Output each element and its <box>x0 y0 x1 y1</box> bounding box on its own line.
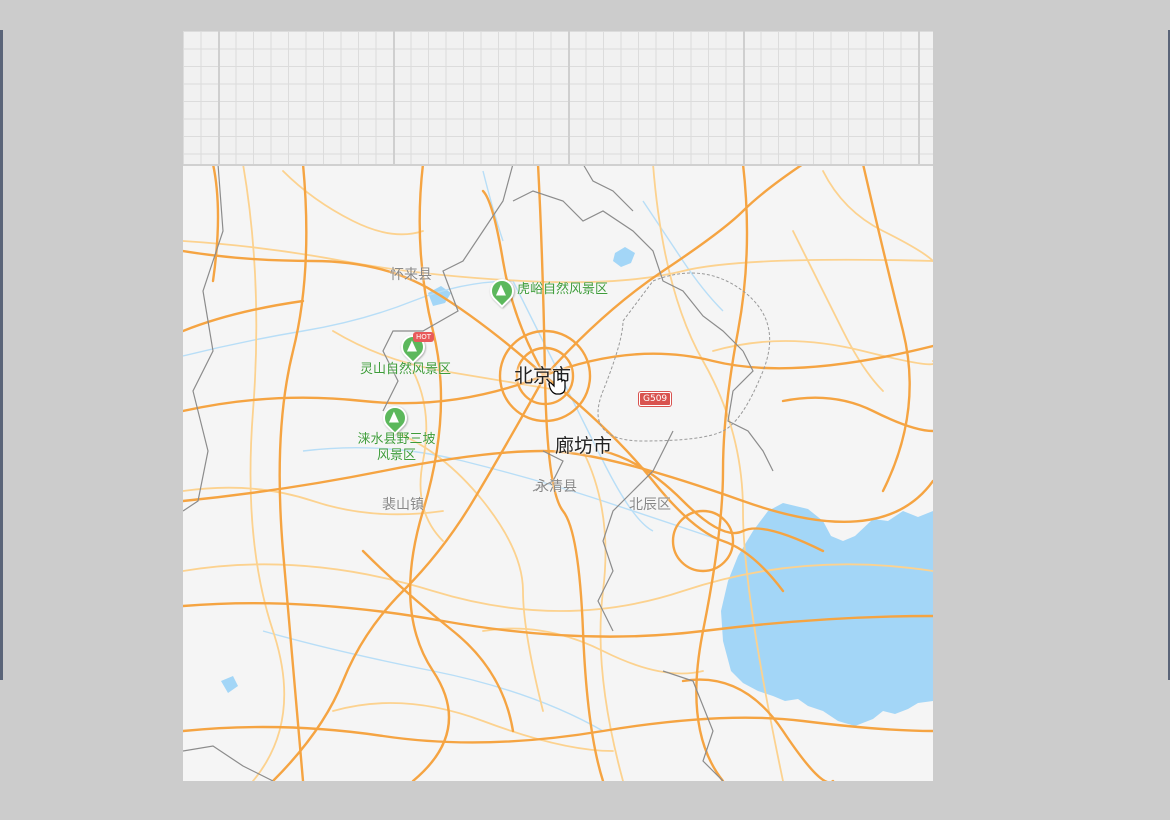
road-shield-g509[interactable]: G509 <box>639 392 672 406</box>
tile-divider <box>743 31 745 164</box>
poi-label-lingshan[interactable]: 灵山自然风景区 <box>360 362 451 378</box>
county-label-huailai[interactable]: 怀来县 <box>390 264 432 284</box>
window-edge-left <box>0 30 3 680</box>
tile-divider <box>218 31 220 164</box>
county-label-yongqing[interactable]: 永清县 <box>535 476 577 496</box>
map-viewport[interactable]: 北京市 廊坊市 怀来县 永清县 北辰区 裴山镇 虎峪自然风景区 HOT 灵山自然… <box>183 31 933 781</box>
poi-label-laishui-line2: 风景区 <box>376 448 416 463</box>
tile-divider <box>393 31 395 164</box>
poi-label-huyu[interactable]: 虎峪自然风景区 <box>517 282 608 298</box>
town-label-peishan[interactable]: 裴山镇 <box>382 494 424 514</box>
tile-divider <box>568 31 570 164</box>
tile-divider <box>918 31 920 164</box>
city-label-langfang[interactable]: 廊坊市 <box>555 431 612 458</box>
hot-badge: HOT <box>413 332 435 342</box>
district-label-beichen[interactable]: 北辰区 <box>629 494 671 514</box>
tile-loading-grid <box>183 31 933 166</box>
poi-label-laishui-line1: 涞水县野三坡 <box>357 432 436 447</box>
hand-pointer-icon <box>548 371 566 395</box>
poi-label-laishui[interactable]: 涞水县野三坡 风景区 <box>349 432 444 464</box>
